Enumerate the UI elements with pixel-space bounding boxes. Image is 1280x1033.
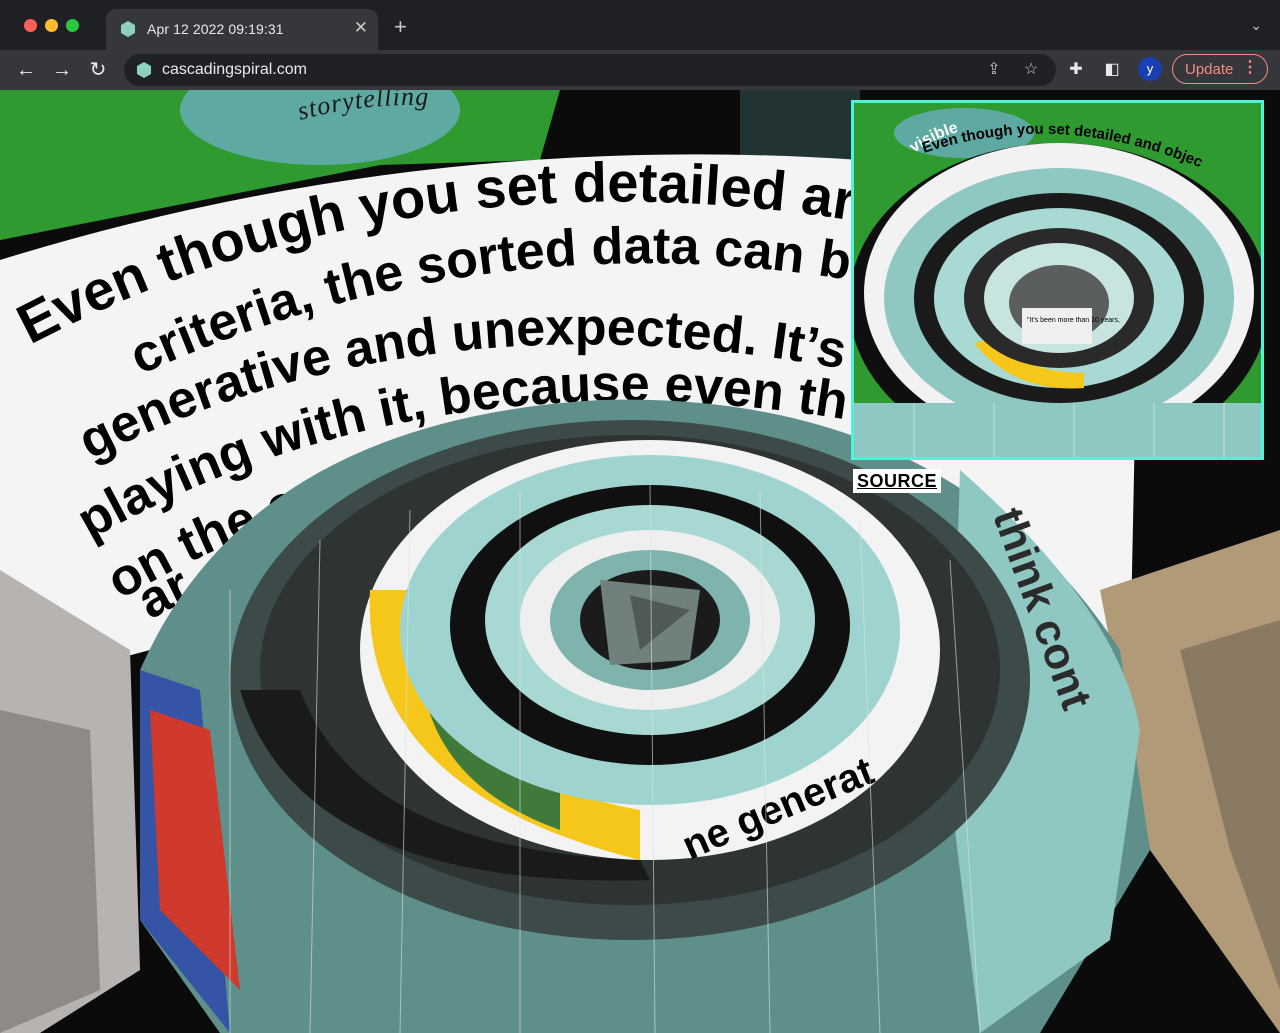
back-icon[interactable]: ← bbox=[14, 58, 38, 82]
reload-icon[interactable]: ↻ bbox=[86, 58, 110, 82]
url-text: cascadingspiral.com bbox=[162, 61, 307, 78]
minimap-view[interactable]: visible Even though you set detailed and… bbox=[851, 100, 1264, 460]
close-window-button[interactable] bbox=[24, 19, 37, 32]
update-label: Update bbox=[1185, 61, 1234, 78]
forward-icon[interactable]: → bbox=[50, 58, 74, 82]
update-button[interactable]: Update ⋮ bbox=[1172, 54, 1268, 84]
address-bar[interactable]: cascadingspiral.com ⇪ ☆ bbox=[124, 54, 1056, 86]
share-icon[interactable]: ⇪ bbox=[984, 60, 1004, 80]
site-favicon-icon bbox=[121, 21, 135, 37]
profile-avatar[interactable]: y bbox=[1138, 57, 1162, 81]
minimap-lower-wall bbox=[854, 403, 1261, 457]
minimize-window-button[interactable] bbox=[45, 19, 58, 32]
source-link[interactable]: SOURCE bbox=[853, 469, 942, 493]
bookmark-star-icon[interactable]: ☆ bbox=[1021, 60, 1041, 80]
extensions-puzzle-icon[interactable]: ✚ bbox=[1066, 60, 1086, 80]
tab-title: Apr 12 2022 09:19:31 bbox=[147, 21, 284, 37]
tab-strip: Apr 12 2022 09:19:31 ✕ + ⌄ bbox=[0, 0, 1280, 50]
minimap-center-quote: "It's been more than 10 years, bbox=[1027, 317, 1120, 324]
minimap-center-card bbox=[1022, 308, 1092, 344]
side-panel-icon[interactable]: ◧ bbox=[1102, 60, 1122, 80]
tab-search-chevron-icon[interactable]: ⌄ bbox=[1250, 17, 1262, 34]
site-favicon-icon bbox=[137, 62, 151, 78]
page-viewport[interactable]: storytelling Even though you set detaile… bbox=[0, 90, 1280, 1033]
browser-tab[interactable]: Apr 12 2022 09:19:31 ✕ bbox=[106, 9, 378, 50]
more-menu-icon[interactable]: ⋮ bbox=[1242, 59, 1258, 77]
new-tab-button[interactable]: + bbox=[394, 16, 407, 38]
zoom-window-button[interactable] bbox=[66, 19, 79, 32]
tab-close-icon[interactable]: ✕ bbox=[354, 18, 368, 38]
minimap-spiral: visible Even though you set detailed and… bbox=[854, 103, 1261, 457]
photo-panel-left-shade bbox=[0, 710, 100, 1033]
browser-toolbar: ← → ↻ cascadingspiral.com ⇪ ☆ ✚ ◧ y Upda… bbox=[0, 50, 1280, 90]
